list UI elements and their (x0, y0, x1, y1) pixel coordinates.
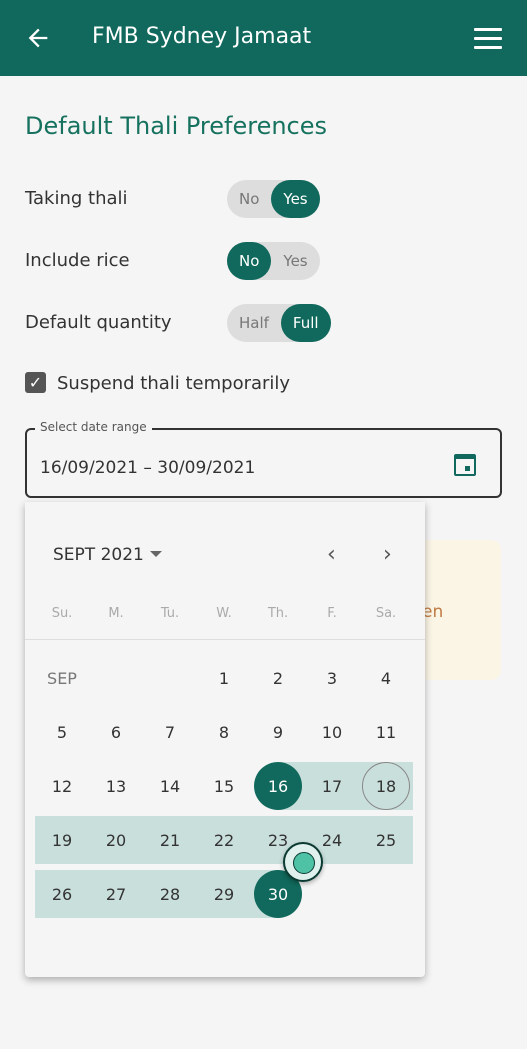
page-title: Default Thali Preferences (25, 112, 328, 140)
toggle-option[interactable]: Yes (271, 180, 320, 218)
day-cell[interactable]: 15 (197, 762, 251, 810)
day-cell[interactable]: 27 (89, 870, 143, 918)
day-cell[interactable]: 11 (359, 708, 413, 756)
day-cell[interactable]: 28 (143, 870, 197, 918)
touch-indicator (283, 842, 323, 882)
pref-toggle[interactable]: Half Full (227, 304, 331, 342)
day-cell[interactable]: 17 (305, 762, 359, 810)
weekday-label: M. (108, 606, 124, 621)
weekday-label: Sa. (375, 606, 397, 621)
empty-cell (359, 870, 413, 918)
toggle-option[interactable]: No (227, 180, 271, 218)
weekday-label: Su. (51, 606, 73, 621)
caret-down-icon (149, 551, 162, 563)
month-year-selector[interactable]: SEPT 2021 (53, 545, 162, 565)
date-range-field[interactable]: Select date range 16/09/2021 – 30/09/202… (25, 420, 502, 498)
day-cell[interactable]: 3 (305, 654, 359, 702)
day-cell[interactable]: 5 (35, 708, 89, 756)
calendar-icon[interactable] (454, 454, 476, 476)
toggle-option[interactable]: Half (227, 304, 281, 342)
day-cell[interactable]: 2 (251, 654, 305, 702)
next-month-button[interactable]: › (383, 542, 392, 567)
pref-toggle[interactable]: No Yes (227, 242, 320, 280)
hamburger-menu-icon[interactable] (474, 28, 502, 50)
day-cell[interactable]: 19 (35, 816, 89, 864)
day-cell[interactable]: 6 (89, 708, 143, 756)
suspend-label: Suspend thali temporarily (57, 373, 291, 394)
week-row: SEP 1 2 3 4 (35, 654, 413, 702)
app-bar: FMB Sydney Jamaat (0, 0, 527, 76)
day-cell[interactable]: 20 (89, 816, 143, 864)
divider (25, 639, 425, 640)
day-cell[interactable]: 7 (143, 708, 197, 756)
pref-label: Include rice (25, 250, 130, 271)
week-row: 19 20 21 22 23 24 25 (35, 816, 413, 864)
suspend-checkbox[interactable]: ✓ (25, 372, 46, 393)
weekday-label: Th. (267, 606, 289, 621)
day-cell[interactable]: 1 (197, 654, 251, 702)
toggle-option[interactable]: Yes (271, 242, 319, 280)
empty-cell (143, 654, 197, 702)
weekday-label: Tu. (160, 606, 180, 621)
day-cell[interactable]: 8 (197, 708, 251, 756)
day-cell[interactable]: 14 (143, 762, 197, 810)
empty-cell (89, 654, 143, 702)
month-label: SEPT 2021 (53, 545, 144, 565)
week-row: 12 13 14 15 16 17 18 (35, 762, 413, 810)
pref-toggle[interactable]: No Yes (227, 180, 320, 218)
arrow-left-icon[interactable] (24, 24, 52, 52)
toggle-option[interactable]: No (227, 242, 272, 280)
date-range-value: 16/09/2021 – 30/09/2021 (40, 458, 256, 478)
day-cell[interactable]: 26 (35, 870, 89, 918)
day-cell[interactable]: 12 (35, 762, 89, 810)
month-short-label: SEP (47, 668, 77, 688)
day-cell[interactable]: 13 (89, 762, 143, 810)
day-cell[interactable]: 25 (359, 816, 413, 864)
toggle-option[interactable]: Full (280, 304, 331, 342)
day-cell[interactable]: 4 (359, 654, 413, 702)
day-cell[interactable]: 21 (143, 816, 197, 864)
app-title: FMB Sydney Jamaat (92, 24, 312, 49)
day-cell[interactable]: 22 (197, 816, 251, 864)
date-range-picker: SEPT 2021 ‹ › Su. M. Tu. W. Th. F. Sa. SEP 1 2 3 4… (25, 502, 425, 977)
day-cell[interactable]: 18 (359, 762, 413, 810)
weekday-label: W. (216, 606, 232, 621)
date-range-label: Select date range (35, 420, 152, 434)
week-row: 5 6 7 8 9 10 11 (35, 708, 413, 756)
pref-label: Taking thali (25, 188, 128, 209)
notice-text: en (422, 602, 444, 622)
weekday-label: F. (327, 606, 337, 621)
day-cell[interactable]: 29 (197, 870, 251, 918)
day-cell[interactable]: 16 (251, 762, 305, 810)
week-row: 26 27 28 29 30 (35, 870, 413, 918)
day-cell[interactable]: 9 (251, 708, 305, 756)
pref-label: Default quantity (25, 312, 172, 333)
prev-month-button[interactable]: ‹ (327, 542, 336, 567)
day-cell[interactable]: 10 (305, 708, 359, 756)
